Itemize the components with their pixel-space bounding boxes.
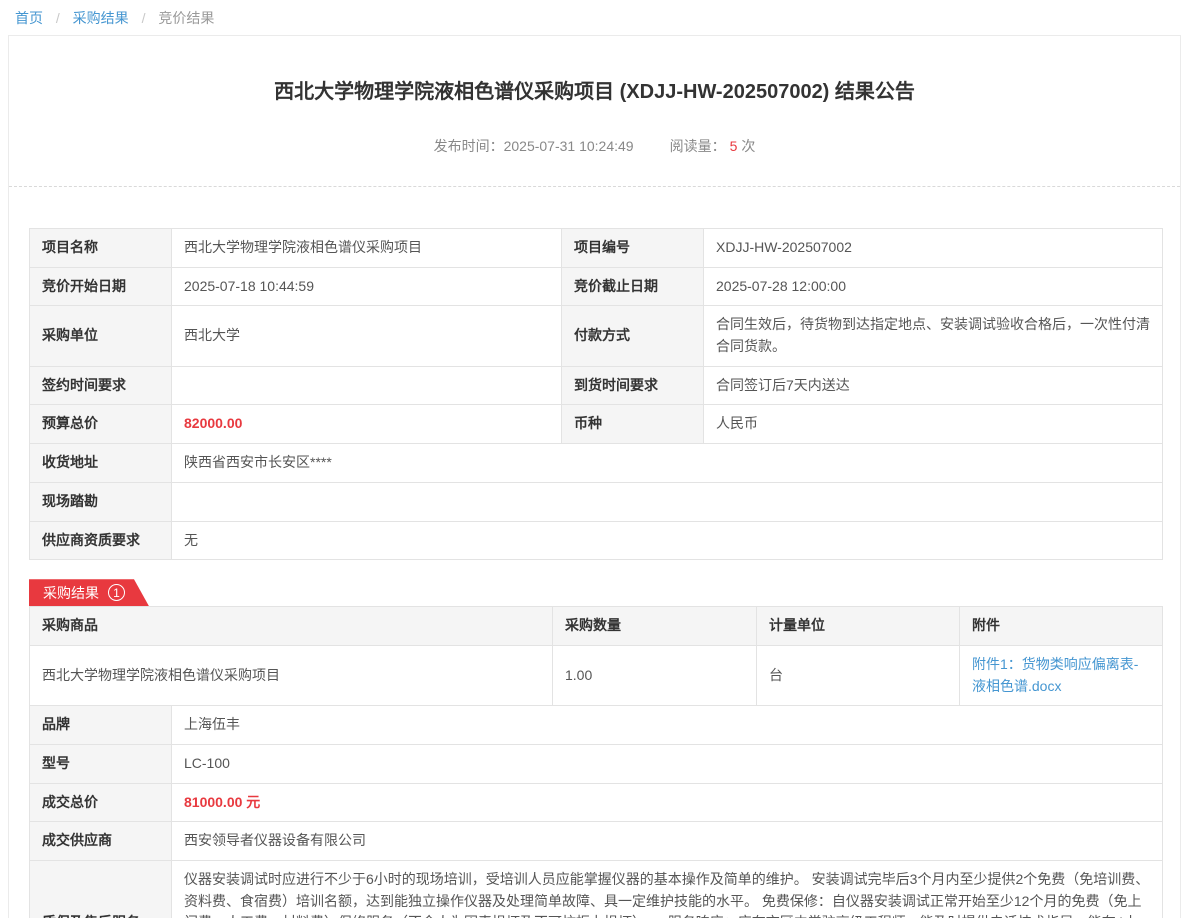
breadcrumb-current-page: 竞价结果	[158, 10, 214, 26]
supplier-qualification-value: 无	[172, 521, 1163, 560]
col-header-quantity: 采购数量	[553, 607, 757, 646]
publish-time-value: 2025-07-31 10:24:49	[504, 138, 634, 154]
currency-value: 人民币	[704, 405, 1163, 444]
dashed-divider	[9, 186, 1180, 187]
breadcrumb-procurement-results-link[interactable]: 采购结果	[73, 10, 129, 26]
table-row: 采购单位 西北大学 付款方式 合同生效后，待货物到达指定地点、安装调试验收合格后…	[30, 306, 1163, 366]
table-header-row: 采购商品 采购数量 计量单位 附件	[30, 607, 1163, 646]
delivery-time-value: 合同签订后7天内送达	[704, 366, 1163, 405]
breadcrumb-separator: /	[142, 10, 146, 26]
model-label: 型号	[30, 744, 172, 783]
project-name-value: 西北大学物理学院液相色谱仪采购项目	[172, 229, 562, 268]
warranty-service-label: 质保及售后服务	[30, 861, 172, 918]
supplier-qualification-label: 供应商资质要求	[30, 521, 172, 560]
signing-time-value	[172, 366, 562, 405]
views-unit: 次	[741, 138, 755, 154]
announcement-card: 西北大学物理学院液相色谱仪采购项目 (XDJJ-HW-202507002) 结果…	[8, 35, 1181, 918]
warranty-service-value: 仪器安装调试时应进行不少于6小时的现场培训，受培训人员应能掌握仪器的基本操作及简…	[172, 861, 1163, 918]
purchasing-unit-label: 采购单位	[30, 306, 172, 366]
bidding-start-value: 2025-07-18 10:44:59	[172, 267, 562, 306]
item-product-cell: 西北大学物理学院液相色谱仪采购项目	[30, 645, 553, 705]
project-info-table: 项目名称 西北大学物理学院液相色谱仪采购项目 项目编号 XDJJ-HW-2025…	[29, 228, 1163, 560]
deal-price-label: 成交总价	[30, 783, 172, 822]
table-row: 现场踏勘	[30, 482, 1163, 521]
table-row: 成交总价 81000.00 元	[30, 783, 1163, 822]
page-title: 西北大学物理学院液相色谱仪采购项目 (XDJJ-HW-202507002) 结果…	[89, 78, 1100, 106]
item-quantity-cell: 1.00	[553, 645, 757, 705]
procurement-items-table: 采购商品 采购数量 计量单位 附件 西北大学物理学院液相色谱仪采购项目 1.00…	[29, 606, 1163, 706]
result-badge-label: 采购结果	[43, 583, 99, 603]
result-badge-row: 采购结果 1	[29, 579, 1160, 606]
brand-value: 上海伍丰	[172, 706, 1163, 745]
delivery-address-label: 收货地址	[30, 444, 172, 483]
publish-time-label: 发布时间：	[434, 138, 504, 154]
purchasing-unit-value: 西北大学	[172, 306, 562, 366]
payment-method-value: 合同生效后，待货物到达指定地点、安装调试验收合格后，一次性付清合同货款。	[704, 306, 1163, 366]
brand-label: 品牌	[30, 706, 172, 745]
table-row: 竞价开始日期 2025-07-18 10:44:59 竞价截止日期 2025-0…	[30, 267, 1163, 306]
budget-total-label: 预算总价	[30, 405, 172, 444]
announcement-meta: 发布时间：2025-07-31 10:24:49 阅读量：5次	[29, 136, 1160, 156]
delivery-time-label: 到货时间要求	[562, 366, 704, 405]
budget-total-value: 82000.00	[172, 405, 562, 444]
result-badge-count: 1	[108, 584, 125, 601]
views-count: 5	[730, 138, 738, 154]
project-name-label: 项目名称	[30, 229, 172, 268]
col-header-product: 采购商品	[30, 607, 553, 646]
breadcrumb-home-link[interactable]: 首页	[15, 10, 43, 26]
delivery-address-value: 陕西省西安市长安区****	[172, 444, 1163, 483]
attachment-link[interactable]: 附件1：货物类响应偏离表-液相色谱.docx	[972, 656, 1138, 694]
col-header-unit: 计量单位	[757, 607, 960, 646]
table-row: 质保及售后服务 仪器安装调试时应进行不少于6小时的现场培训，受培训人员应能掌握仪…	[30, 861, 1163, 918]
table-row: 收货地址 陕西省西安市长安区****	[30, 444, 1163, 483]
result-detail-table: 品牌 上海伍丰 型号 LC-100 成交总价 81000.00 元 成交供应商 …	[29, 705, 1163, 918]
winning-supplier-label: 成交供应商	[30, 822, 172, 861]
table-row: 项目名称 西北大学物理学院液相色谱仪采购项目 项目编号 XDJJ-HW-2025…	[30, 229, 1163, 268]
table-row: 品牌 上海伍丰	[30, 706, 1163, 745]
winning-supplier-value: 西安领导者仪器设备有限公司	[172, 822, 1163, 861]
deal-price-value: 81000.00 元	[172, 783, 1163, 822]
signing-time-label: 签约时间要求	[30, 366, 172, 405]
views-label: 阅读量：	[670, 138, 726, 154]
table-row: 西北大学物理学院液相色谱仪采购项目 1.00 台 附件1：货物类响应偏离表-液相…	[30, 645, 1163, 705]
breadcrumb: 首页 / 采购结果 / 竞价结果	[0, 0, 1189, 35]
table-row: 预算总价 82000.00 币种 人民币	[30, 405, 1163, 444]
table-row: 供应商资质要求 无	[30, 521, 1163, 560]
item-unit-cell: 台	[757, 645, 960, 705]
table-row: 签约时间要求 到货时间要求 合同签订后7天内送达	[30, 366, 1163, 405]
col-header-attachment: 附件	[960, 607, 1163, 646]
bidding-start-label: 竞价开始日期	[30, 267, 172, 306]
breadcrumb-separator: /	[56, 10, 60, 26]
item-attachment-cell: 附件1：货物类响应偏离表-液相色谱.docx	[960, 645, 1163, 705]
procurement-result-badge: 采购结果 1	[29, 579, 149, 606]
site-survey-label: 现场踏勘	[30, 482, 172, 521]
bidding-deadline-value: 2025-07-28 12:00:00	[704, 267, 1163, 306]
table-row: 型号 LC-100	[30, 744, 1163, 783]
currency-label: 币种	[562, 405, 704, 444]
model-value: LC-100	[172, 744, 1163, 783]
bidding-deadline-label: 竞价截止日期	[562, 267, 704, 306]
project-number-label: 项目编号	[562, 229, 704, 268]
project-number-value: XDJJ-HW-202507002	[704, 229, 1163, 268]
table-row: 成交供应商 西安领导者仪器设备有限公司	[30, 822, 1163, 861]
payment-method-label: 付款方式	[562, 306, 704, 366]
site-survey-value	[172, 482, 1163, 521]
